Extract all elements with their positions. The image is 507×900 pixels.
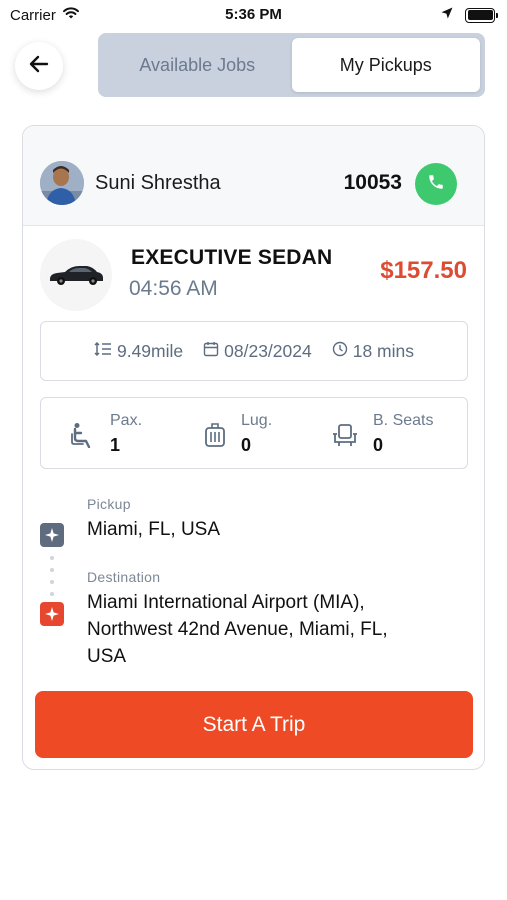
call-button[interactable] [415, 163, 457, 205]
passengers-label: Pax. [110, 412, 143, 429]
route-connector [50, 556, 54, 596]
pickup-marker-icon [40, 523, 64, 547]
suitcase-icon [204, 422, 226, 453]
clock-icon [332, 341, 348, 362]
vehicle-image [40, 239, 112, 311]
distance-value: 9.49mile [116, 340, 184, 361]
luggage-value: 0 [241, 435, 252, 455]
duration-value: 18 mins [352, 340, 415, 361]
date-value: 08/23/2024 [224, 340, 312, 361]
destination-marker-icon [40, 602, 64, 626]
date-item: 08/23/2024 [203, 341, 312, 362]
car-seat-icon [331, 422, 359, 453]
passengers-value: 1 [110, 435, 121, 455]
calendar-icon [203, 341, 219, 362]
destination-address: Miami International Airport (MIA), North… [87, 589, 388, 670]
status-right [441, 6, 498, 24]
booster-seats-value: 0 [373, 435, 384, 455]
tab-my-pickups[interactable]: My Pickups [291, 38, 480, 92]
trip-price: $157.50 [380, 257, 467, 284]
duration-item: 18 mins [332, 341, 414, 362]
trip-summary: 9.49mile 08/23/2024 18 mins [40, 321, 468, 381]
route-distance-icon [94, 341, 112, 362]
start-trip-button[interactable]: Start A Trip [35, 691, 473, 758]
phone-icon [427, 173, 445, 196]
back-button[interactable] [15, 42, 63, 90]
card-header: Suni Shrestha 10053 [23, 126, 484, 226]
pickup-card: Suni Shrestha 10053 EXECUTIVE SEDAN 04:5… [22, 125, 485, 770]
driver-avatar [40, 161, 84, 205]
destination-line-1: Miami International Airport (MIA), [87, 592, 365, 613]
destination-line-3: USA [87, 646, 127, 667]
pickup-address: Miami, FL, USA [87, 519, 221, 540]
destination-label: Destination [87, 569, 161, 585]
pickup-time: 04:56 AM [129, 277, 218, 300]
luggage-item: Lug. 0 [204, 408, 314, 460]
booking-number: 10053 [343, 171, 402, 194]
passengers-item: Pax. 1 [71, 408, 181, 460]
distance-item: 9.49mile [94, 341, 183, 362]
vehicle-type: EXECUTIVE SEDAN [131, 246, 333, 269]
status-time: 5:36 PM [225, 6, 282, 23]
destination-line-2: Northwest 42nd Avenue, Miami, FL, [87, 619, 388, 640]
capacity-summary: Pax. 1 Lug. 0 B. Seats 0 [40, 397, 468, 469]
booster-seats-label: B. Seats [373, 412, 434, 429]
tab-available-jobs[interactable]: Available Jobs [103, 38, 292, 92]
seated-person-icon [71, 422, 95, 453]
location-arrow-icon [441, 6, 453, 24]
battery-icon [465, 7, 498, 23]
luggage-label: Lug. [241, 412, 273, 429]
booster-seats-item: B. Seats 0 [331, 408, 461, 460]
status-bar: Carrier 5:36 PM [0, 0, 507, 30]
pickup-label: Pickup [87, 496, 131, 512]
jobs-tab-switch: Available Jobs My Pickups [98, 33, 485, 97]
driver-name: Suni Shrestha [95, 172, 221, 194]
arrow-left-icon [27, 52, 51, 81]
